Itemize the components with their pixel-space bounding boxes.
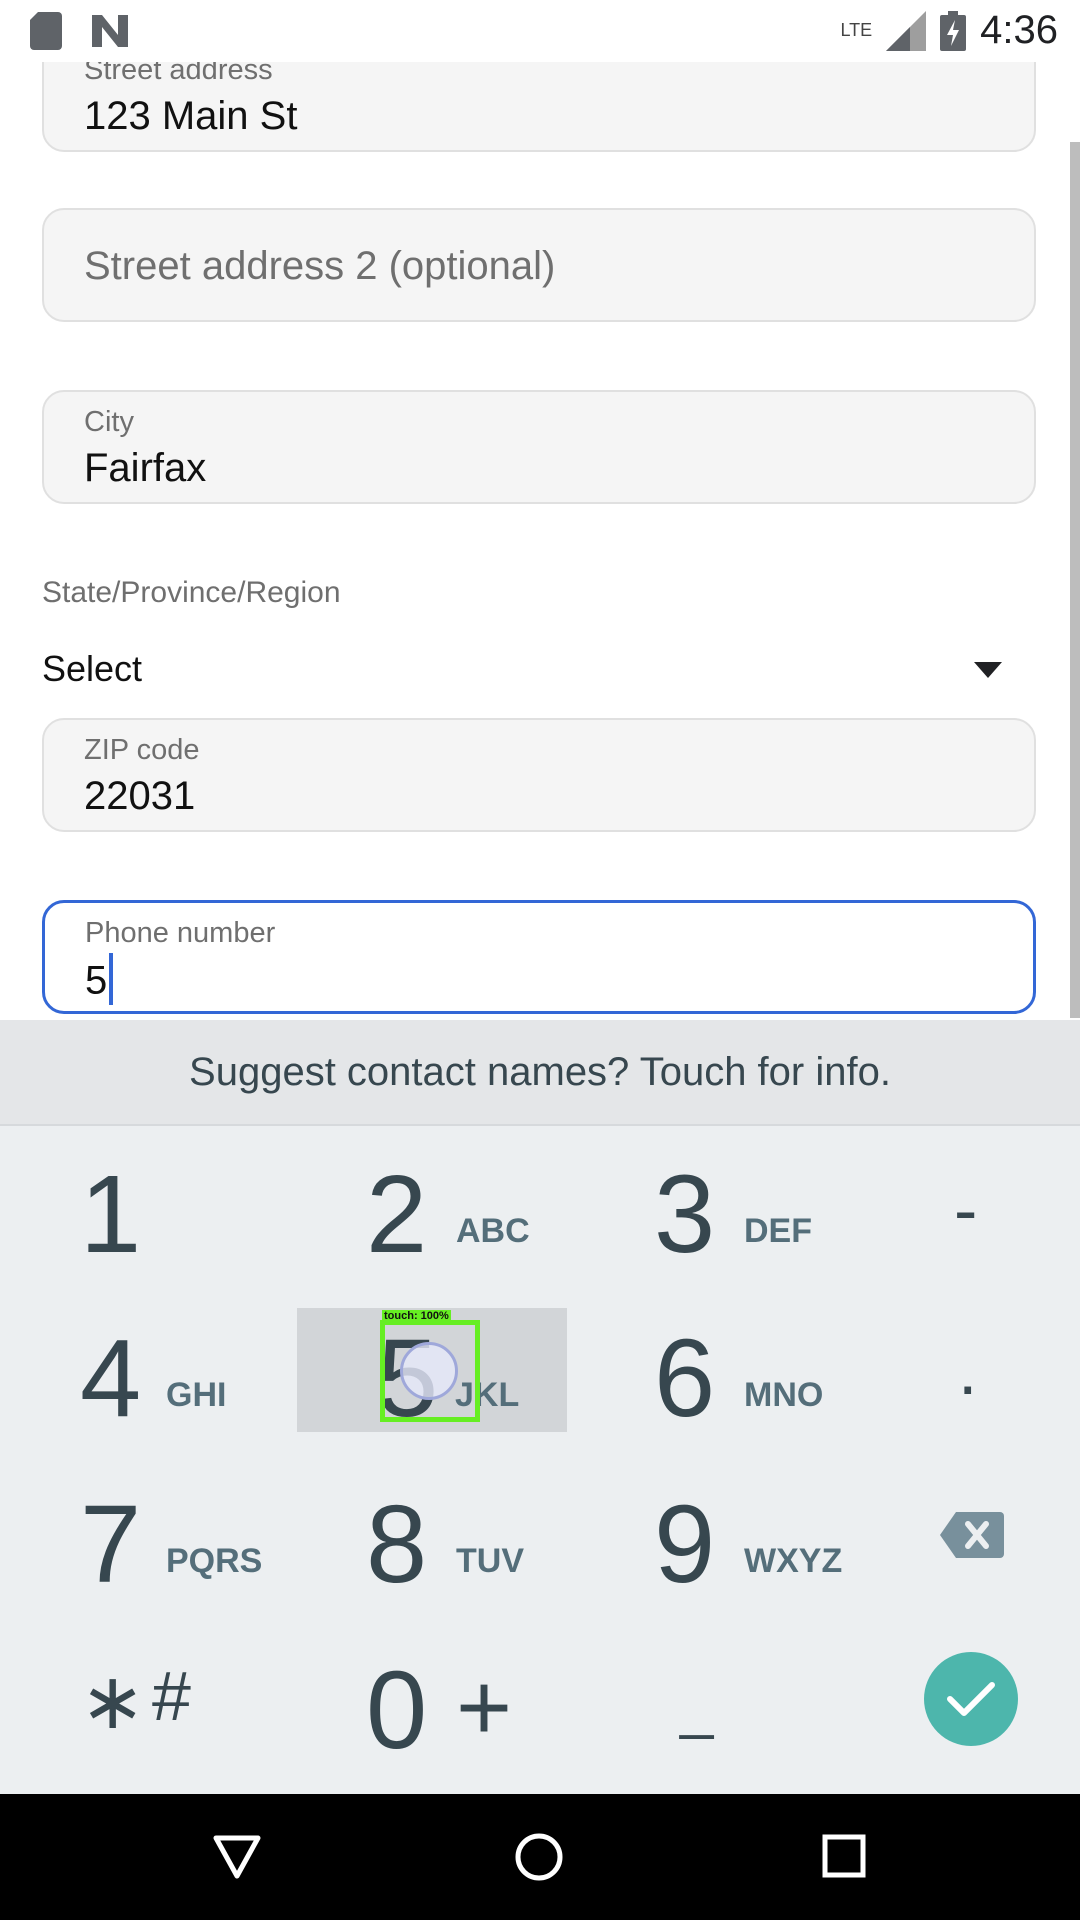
key-space[interactable]: _ [680,1672,713,1741]
zip-code-field[interactable]: ZIP code 22031 [42,718,1036,832]
scrollbar[interactable] [1070,142,1080,1018]
sd-card-icon [30,12,62,50]
phone-number-field[interactable]: Phone number 5 [42,900,1036,1014]
address-form: Street address 123 Main St Street addres… [0,62,1080,1018]
n-logo-icon [92,15,128,47]
done-button[interactable] [924,1652,1018,1746]
key-star[interactable]: ∗ [80,1656,145,1747]
checkmark-icon [947,1682,995,1716]
street-address-field[interactable]: Street address 123 Main St [42,62,1036,152]
phone-number-value: 5 [85,953,114,1009]
back-icon[interactable] [212,1834,262,1880]
network-type: LTE [840,20,873,40]
key-1[interactable]: 1 [60,1144,330,1270]
key-plus: + [456,1654,513,1761]
signal-icon [886,10,927,51]
home-icon[interactable] [514,1832,564,1882]
zip-code-value: 22031 [84,774,196,818]
city-label: City [84,406,134,438]
key-hash[interactable]: # [152,1656,191,1736]
state-value: Select [42,648,143,689]
key-2[interactable]: 2 ABC [346,1144,616,1270]
key-period[interactable]: . [958,1330,977,1410]
navigation-bar [0,1794,1080,1920]
state-label: State/Province/Region [42,576,341,609]
zip-code-label: ZIP code [84,734,200,766]
key-9[interactable]: 9 WXYZ [634,1474,904,1600]
recents-icon[interactable] [822,1834,866,1878]
touch-point [400,1342,458,1400]
key-4[interactable]: 4 GHI [60,1308,330,1434]
contact-suggestion-banner[interactable]: Suggest contact names? Touch for info. [0,1020,1080,1126]
street-address-2-placeholder: Street address 2 (optional) [84,244,556,288]
clock: 4:36 [980,8,1058,52]
street-address-2-field[interactable]: Street address 2 (optional) [42,208,1036,322]
key-8[interactable]: 8 TUV [346,1474,616,1600]
city-value: Fairfax [84,446,207,490]
key-7[interactable]: 7 PQRS [60,1474,330,1600]
key-3[interactable]: 3 DEF [634,1144,904,1270]
dropdown-arrow-icon [974,662,1002,678]
backspace-key[interactable] [940,1512,1004,1558]
battery-charging-icon [940,10,967,51]
street-address-value: 123 Main St [84,94,298,138]
phone-number-label: Phone number [85,917,276,949]
key-6[interactable]: 6 MNO [634,1308,904,1434]
state-dropdown[interactable]: Select [42,642,1002,702]
street-address-label: Street address [84,62,273,86]
key-0[interactable]: 0 + [346,1640,616,1766]
key-dash[interactable]: - [954,1170,977,1250]
city-field[interactable]: City Fairfax [42,390,1036,504]
text-caret [109,953,114,1005]
status-bar: LTE 4:36 [0,0,1080,62]
